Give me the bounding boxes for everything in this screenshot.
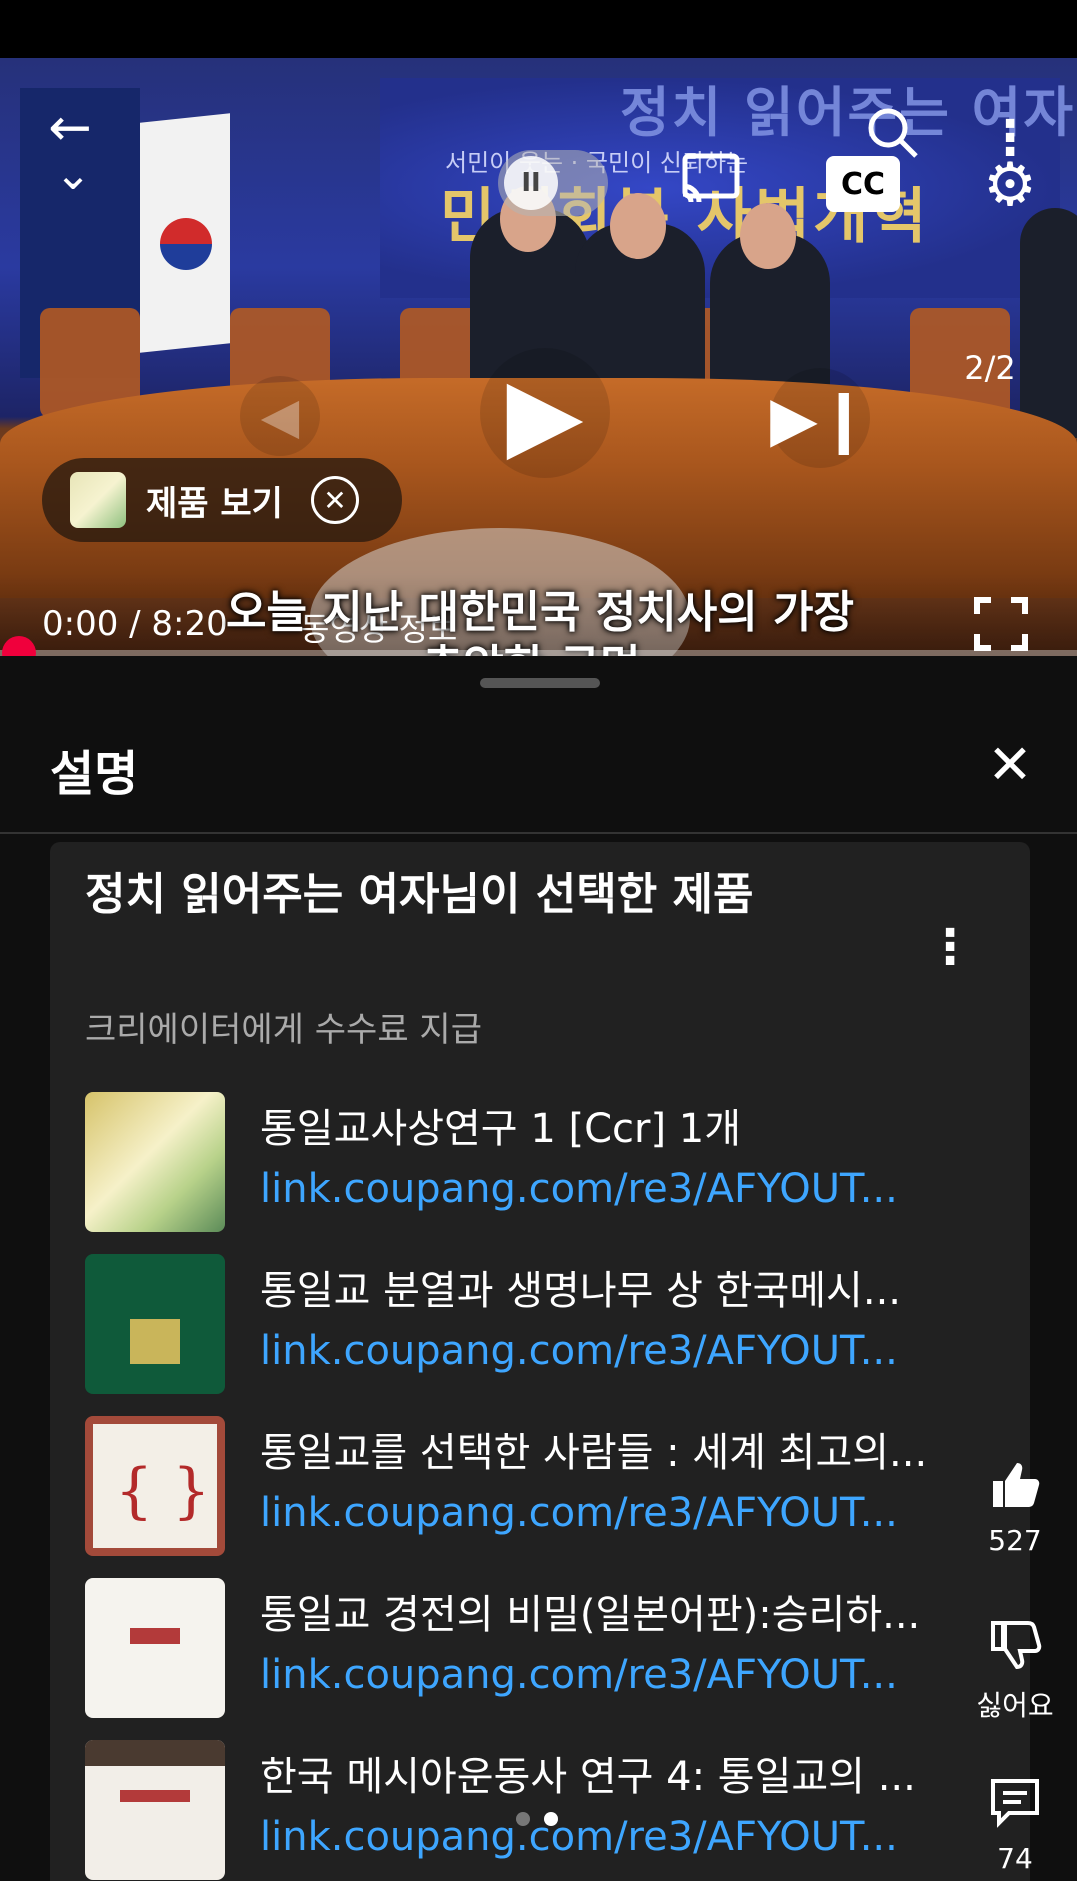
thumbnail-graphic (130, 1319, 180, 1364)
comments-button[interactable]: 74 (960, 1768, 1070, 1875)
drag-handle[interactable] (480, 678, 600, 688)
product-chip-thumbnail (70, 472, 126, 528)
product-thumbnail (85, 1578, 225, 1718)
thumbs-down-icon (980, 1610, 1050, 1680)
product-link[interactable]: link.coupang.com/re3/AFYOUT... (260, 1652, 990, 1698)
cc-icon[interactable]: CC (826, 156, 900, 212)
thumbnail-graphic (130, 1628, 180, 1644)
pause-icon: II (504, 156, 558, 210)
product-link[interactable]: link.coupang.com/re3/AFYOUT... (260, 1814, 990, 1860)
more-vertical-icon[interactable]: ⋮ (926, 912, 974, 982)
thumbnail-graphic (120, 1790, 190, 1802)
status-bar (0, 0, 1077, 58)
next-icon[interactable]: ▶❙ (770, 368, 870, 468)
comment-count: 74 (997, 1842, 1033, 1875)
product-thumbnail: { } (85, 1416, 225, 1556)
collapse-chevron-icon[interactable]: ⌄ (45, 149, 101, 200)
autoplay-toggle[interactable]: II (498, 150, 608, 216)
product-link[interactable]: link.coupang.com/re3/AFYOUT... (260, 1166, 990, 1212)
product-title: 통일교사상연구 1 [Ccr] 1개 (260, 1106, 742, 1152)
product-item[interactable]: 통일교 분열과 생명나무 상 한국메시... link.coupang.com/… (85, 1254, 985, 1394)
page-indicator (516, 1812, 558, 1826)
product-item[interactable]: { } 통일교를 선택한 사람들 : 세계 최고의... link.coupan… (85, 1416, 985, 1556)
subtitle-caption: 오늘 지난 대한민국 정치사의 가장 추악한 구멍. (200, 586, 880, 656)
close-circle-icon[interactable]: ✕ (310, 476, 359, 524)
product-thumbnail (85, 1254, 225, 1394)
play-icon[interactable]: ▶ (480, 348, 610, 478)
settings-gear-icon[interactable]: ⚙ (975, 150, 1045, 220)
products-card-subtitle: 크리에이터에게 수수료 지급 (85, 1010, 482, 1050)
cast-icon[interactable] (675, 148, 747, 212)
description-panel: 설명 ✕ 정치 읽어주는 여자님이 선택한 제품 ⋮ 크리에이터에게 수수료 지… (0, 656, 1077, 1881)
subtitle-line: 오늘 지난 대한민국 정치사의 가장 (226, 587, 854, 638)
page-dot (516, 1812, 530, 1826)
product-link[interactable]: link.coupang.com/re3/AFYOUT... (260, 1490, 990, 1536)
video-counter: 2/2 (964, 349, 1016, 387)
product-title: 통일교 분열과 생명나무 상 한국메시... (260, 1268, 902, 1314)
product-title: 통일교를 선택한 사람들 : 세계 최고의... (260, 1430, 928, 1476)
thumbnail-graphic (85, 1740, 225, 1766)
products-card-title: 정치 읽어주는 여자님이 선택한 제품 (85, 869, 754, 920)
like-button[interactable]: 527 (960, 1450, 1070, 1557)
comment-icon (980, 1768, 1050, 1838)
scene-person-head (610, 193, 666, 259)
product-title: 통일교 경전의 비밀(일본어판):승리하... (260, 1592, 921, 1638)
thumbs-up-icon (980, 1450, 1050, 1520)
video-player[interactable]: 정치 읽어주는 여자 서민이 웃는 · 국민이 신뢰하는 민생회복 사법개혁 ←… (0, 58, 1077, 656)
product-title: 한국 메시아운동사 연구 4: 통일교의 ... (260, 1754, 916, 1800)
like-count: 527 (988, 1524, 1042, 1557)
divider (0, 832, 1077, 834)
product-item[interactable]: 한국 메시아운동사 연구 4: 통일교의 ... link.coupang.co… (85, 1740, 985, 1880)
close-icon[interactable]: ✕ (980, 733, 1040, 796)
product-item[interactable]: 통일교사상연구 1 [Ccr] 1개 link.coupang.com/re3/… (85, 1092, 985, 1232)
product-link[interactable]: link.coupang.com/re3/AFYOUT... (260, 1328, 990, 1374)
scene-person-head (740, 203, 796, 269)
scene-person (1020, 208, 1077, 438)
product-thumbnail (85, 1740, 225, 1880)
panel-title: 설명 (50, 746, 139, 802)
dislike-button[interactable]: 싫어요 (960, 1610, 1070, 1724)
products-card: 정치 읽어주는 여자님이 선택한 제품 ⋮ 크리에이터에게 수수료 지급 통일교… (50, 842, 1030, 1881)
page-dot-active (544, 1812, 558, 1826)
scene-flag-emblem (160, 218, 212, 270)
product-chip-label: 제품 보기 (146, 483, 283, 524)
search-icon[interactable] (860, 100, 924, 164)
previous-icon[interactable]: ◀ (240, 376, 320, 456)
fullscreen-icon[interactable] (965, 588, 1037, 656)
product-item[interactable]: 통일교 경전의 비밀(일본어판):승리하... link.coupang.com… (85, 1578, 985, 1718)
dislike-label: 싫어요 (976, 1689, 1054, 1722)
product-thumbnail (85, 1092, 225, 1232)
product-chip[interactable]: 제품 보기 ✕ (42, 458, 402, 542)
thumbnail-graphic: { } (115, 1456, 211, 1526)
